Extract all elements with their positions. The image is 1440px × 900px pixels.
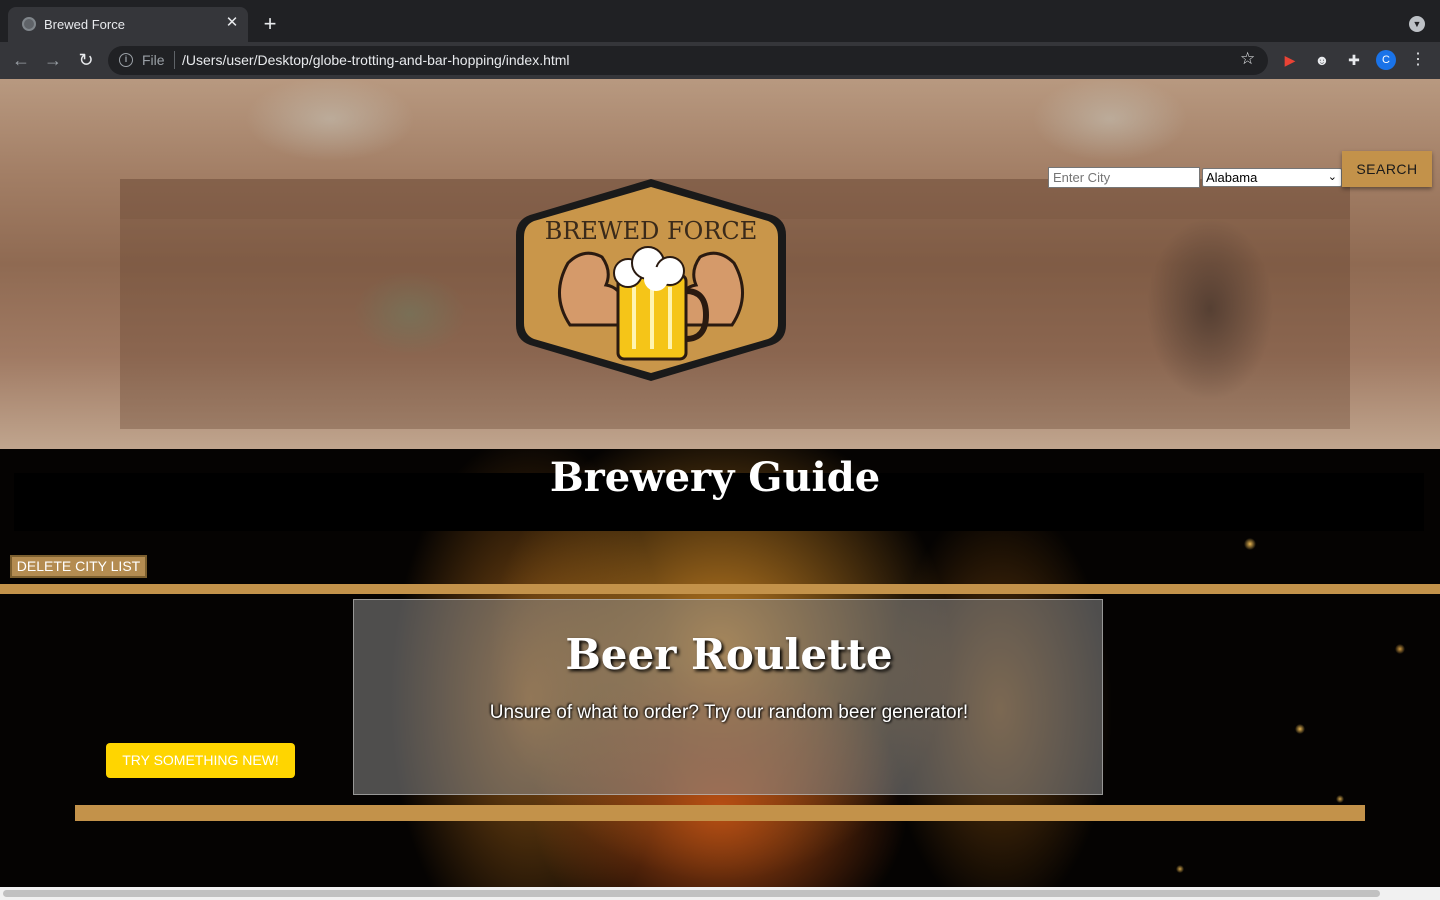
info-icon[interactable]: i bbox=[119, 53, 133, 67]
horizontal-scrollbar[interactable] bbox=[0, 887, 1440, 900]
brewery-section: Brewery Guide DELETE CITY LIST Beer Roul… bbox=[0, 449, 1440, 887]
beer-roulette-subtitle: Unsure of what to order? Try our random … bbox=[489, 702, 969, 723]
bookmark-star-icon[interactable]: ☆ bbox=[1240, 49, 1255, 69]
search-button[interactable]: SEARCH bbox=[1342, 151, 1432, 187]
delete-city-list-button[interactable]: DELETE CITY LIST bbox=[10, 555, 147, 578]
globe-icon bbox=[22, 17, 36, 31]
tab-search-icon[interactable]: ▼ bbox=[1409, 16, 1425, 32]
state-select[interactable]: Alabama ⌄ bbox=[1202, 168, 1342, 187]
divider-bar bbox=[0, 584, 1440, 594]
state-select-value: Alabama bbox=[1206, 170, 1258, 185]
reload-button[interactable]: ↻ bbox=[74, 48, 98, 72]
brewery-guide-title: Brewery Guide bbox=[549, 454, 881, 501]
web-page: Alabama ⌄ SEARCH BREWED FORCE Brewery bbox=[0, 79, 1440, 887]
extension-red-icon[interactable]: ▶ bbox=[1280, 50, 1300, 70]
beer-roulette-title: Beer Roulette bbox=[565, 630, 893, 679]
browser-tab-bar: Brewed Force ✕ + ▼ bbox=[0, 0, 1440, 42]
divider-bar-bottom bbox=[75, 805, 1365, 821]
address-bar[interactable]: i File /Users/user/Desktop/globe-trottin… bbox=[108, 46, 1268, 75]
try-something-new-button[interactable]: TRY SOMETHING NEW! bbox=[106, 743, 295, 778]
scrollbar-thumb[interactable] bbox=[3, 890, 1380, 897]
extension-face-icon[interactable]: ☻ bbox=[1312, 50, 1332, 70]
tab-title: Brewed Force bbox=[44, 17, 125, 32]
close-tab-icon[interactable]: ✕ bbox=[222, 13, 242, 33]
browser-tab[interactable]: Brewed Force ✕ bbox=[8, 7, 248, 42]
brewed-force-logo: BREWED FORCE bbox=[516, 179, 786, 381]
chevron-down-icon: ⌄ bbox=[1327, 171, 1337, 183]
url-scheme: File bbox=[142, 52, 165, 68]
beer-roulette-card: Beer Roulette Unsure of what to order? T… bbox=[353, 599, 1103, 795]
logo-text: BREWED FORCE bbox=[545, 217, 758, 245]
back-button[interactable]: ← bbox=[9, 48, 33, 72]
browser-menu-icon[interactable]: ⋮ bbox=[1408, 50, 1428, 70]
extensions-puzzle-icon[interactable]: ✚ bbox=[1344, 50, 1364, 70]
new-tab-button[interactable]: + bbox=[258, 12, 282, 36]
profile-avatar[interactable]: C bbox=[1376, 50, 1396, 70]
forward-button[interactable]: → bbox=[41, 48, 65, 72]
url-divider bbox=[174, 51, 175, 69]
hero-header-background: Alabama ⌄ SEARCH BREWED FORCE bbox=[0, 79, 1440, 449]
url-text[interactable]: /Users/user/Desktop/globe-trotting-and-b… bbox=[182, 52, 570, 68]
browser-toolbar: ← → ↻ i File /Users/user/Desktop/globe-t… bbox=[0, 42, 1440, 79]
city-input[interactable] bbox=[1048, 167, 1200, 188]
